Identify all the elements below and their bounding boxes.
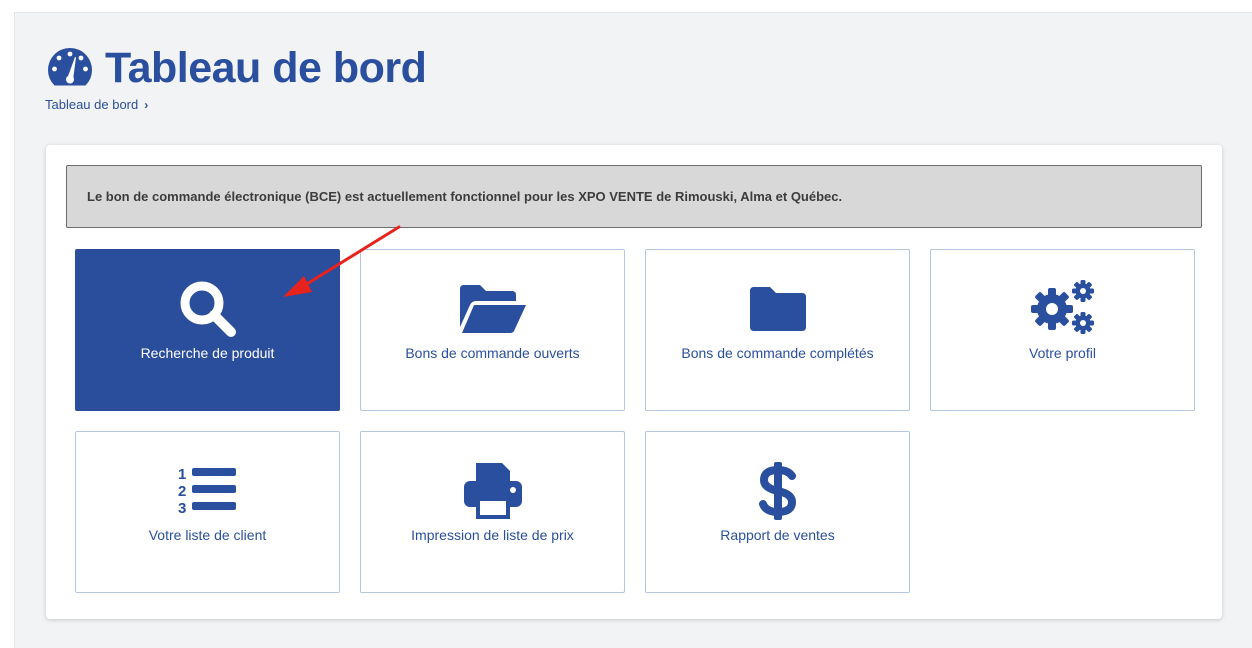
breadcrumb-item-dashboard[interactable]: Tableau de bord — [45, 97, 138, 112]
page-title: Tableau de bord — [105, 44, 427, 92]
page-header: Tableau de bord Tableau de bord › — [45, 44, 427, 112]
tile-label: Recherche de produit — [140, 345, 275, 361]
printer-icon — [361, 460, 624, 522]
tile-label: Votre liste de client — [148, 527, 267, 543]
tile-grid: Recherche de produit Bons de commande ou… — [75, 249, 1195, 594]
tile-label: Impression de liste de prix — [411, 527, 574, 543]
svg-text:1: 1 — [178, 466, 186, 483]
tile-product-search[interactable]: Recherche de produit — [75, 249, 340, 411]
dashboard-card: Le bon de commande électronique (BCE) es… — [46, 145, 1222, 619]
breadcrumb-chevron-icon: › — [144, 97, 149, 112]
title-row: Tableau de bord — [45, 44, 427, 92]
svg-text:2: 2 — [178, 483, 186, 500]
tile-label: Bons de commande complétés — [681, 345, 874, 361]
tile-open-orders[interactable]: Bons de commande ouverts — [360, 249, 625, 411]
svg-text:3: 3 — [178, 500, 186, 517]
gears-icon — [931, 278, 1194, 340]
folder-icon — [646, 278, 909, 340]
breadcrumb: Tableau de bord › — [45, 97, 426, 112]
tile-profile[interactable]: Votre profil — [930, 249, 1195, 411]
tile-completed-orders[interactable]: Bons de commande complétés — [645, 249, 910, 411]
tile-sales-report[interactable]: Rapport de ventes — [645, 431, 910, 593]
notice-banner: Le bon de commande électronique (BCE) es… — [66, 165, 1202, 228]
dollar-icon — [646, 460, 909, 522]
folder-open-icon — [361, 278, 624, 340]
tile-price-list-print[interactable]: Impression de liste de prix — [360, 431, 625, 593]
tile-label: Votre profil — [1029, 345, 1096, 361]
tile-label: Bons de commande ouverts — [405, 345, 580, 361]
dashboard-gauge-icon — [48, 48, 92, 86]
tile-client-list[interactable]: 1 2 3 Votre liste de client — [75, 431, 340, 593]
tile-label: Rapport de ventes — [720, 527, 835, 543]
numbered-list-icon: 1 2 3 — [76, 460, 339, 522]
search-icon — [76, 278, 339, 340]
